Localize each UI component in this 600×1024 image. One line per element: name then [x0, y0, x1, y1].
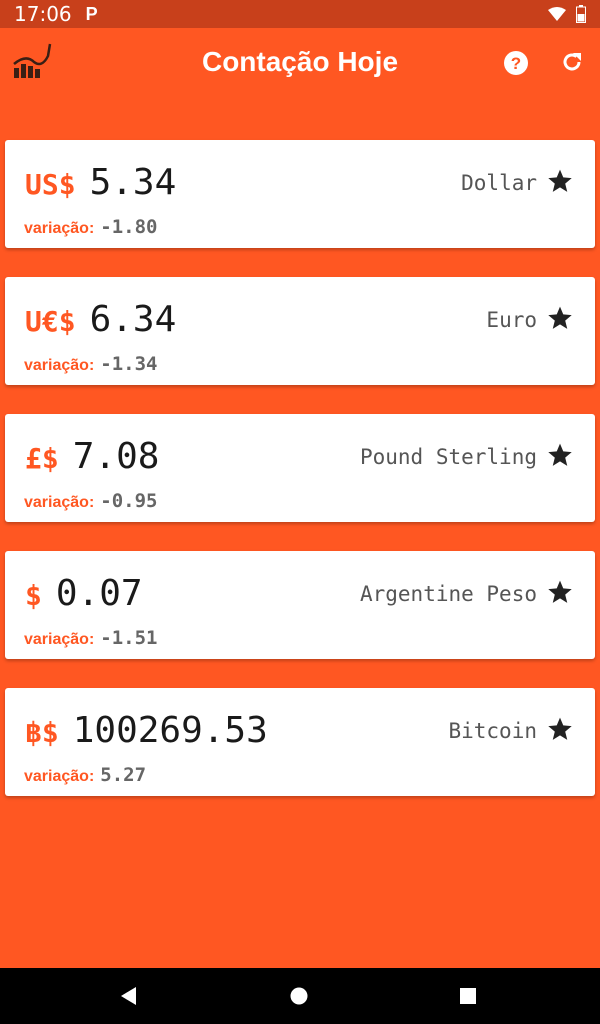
currency-value: 7.08 — [72, 436, 160, 477]
variation-row: variação: -1.80 — [24, 216, 157, 238]
star-icon[interactable] — [547, 442, 573, 468]
back-icon[interactable] — [118, 985, 140, 1007]
status-time: 17:06 — [14, 2, 72, 26]
currency-name: Bitcoin — [448, 719, 537, 743]
svg-text:?: ? — [511, 54, 521, 73]
currency-symbol: U€$ — [25, 305, 76, 338]
currency-value: 100269.53 — [72, 710, 268, 751]
currency-card[interactable]: £$ 7.08 Pound Sterling variação: -0.95 — [5, 414, 595, 522]
variation-value: 5.27 — [100, 764, 147, 786]
star-icon[interactable] — [547, 716, 573, 742]
currency-symbol: $ — [25, 579, 42, 612]
currency-card[interactable]: $ 0.07 Argentine Peso variação: -1.51 — [5, 551, 595, 659]
currency-quote: £$ 7.08 — [25, 436, 159, 477]
currency-quote: ฿$ 100269.53 — [25, 710, 268, 751]
currency-name: Euro — [486, 308, 537, 332]
help-icon[interactable]: ? — [503, 50, 529, 76]
variation-value: -1.51 — [100, 627, 158, 649]
status-bar: 17:06 P — [0, 0, 600, 28]
variation-label: variação: — [24, 494, 95, 511]
currency-quote: US$ 5.34 — [25, 162, 176, 203]
currency-list: US$ 5.34 Dollar variação: -1.80 U€$ 6.34… — [5, 140, 595, 825]
variation-label: variação: — [24, 220, 95, 237]
currency-name: Argentine Peso — [359, 582, 537, 606]
currency-name: Dollar — [461, 171, 537, 195]
currency-value: 0.07 — [55, 573, 143, 614]
variation-value: -0.95 — [100, 490, 158, 512]
currency-quote: $ 0.07 — [25, 573, 143, 614]
variation-row: variação: -1.34 — [24, 353, 157, 375]
app-bar: Contação Hoje ? — [0, 28, 600, 94]
variation-label: variação: — [24, 631, 95, 648]
star-icon[interactable] — [547, 168, 573, 194]
variation-value: -1.34 — [100, 353, 158, 375]
star-icon[interactable] — [547, 305, 573, 331]
variation-row: variação: 5.27 — [24, 764, 146, 786]
currency-quote: U€$ 6.34 — [25, 299, 176, 340]
currency-card[interactable]: ฿$ 100269.53 Bitcoin variação: 5.27 — [5, 688, 595, 796]
star-icon[interactable] — [547, 579, 573, 605]
currency-value: 6.34 — [89, 299, 177, 340]
currency-card[interactable]: US$ 5.34 Dollar variação: -1.80 — [5, 140, 595, 248]
variation-label: variação: — [24, 768, 95, 785]
app-notification-icon: P — [85, 3, 98, 24]
home-icon[interactable] — [289, 986, 309, 1006]
system-nav-bar — [0, 968, 600, 1024]
variation-row: variação: -0.95 — [24, 490, 157, 512]
recents-icon[interactable] — [459, 987, 477, 1005]
wifi-icon — [548, 7, 566, 21]
status-icons — [548, 5, 586, 23]
currency-symbol: US$ — [25, 168, 76, 201]
currency-card[interactable]: U€$ 6.34 Euro variação: -1.34 — [5, 277, 595, 385]
currency-name: Pound Sterling — [359, 445, 537, 469]
refresh-icon[interactable] — [560, 50, 584, 74]
battery-icon — [576, 5, 586, 23]
currency-value: 5.34 — [89, 162, 177, 203]
currency-symbol: ฿$ — [25, 716, 59, 749]
variation-value: -1.80 — [100, 216, 158, 238]
currency-symbol: £$ — [25, 442, 59, 475]
variation-label: variação: — [24, 357, 95, 374]
variation-row: variação: -1.51 — [24, 627, 157, 649]
